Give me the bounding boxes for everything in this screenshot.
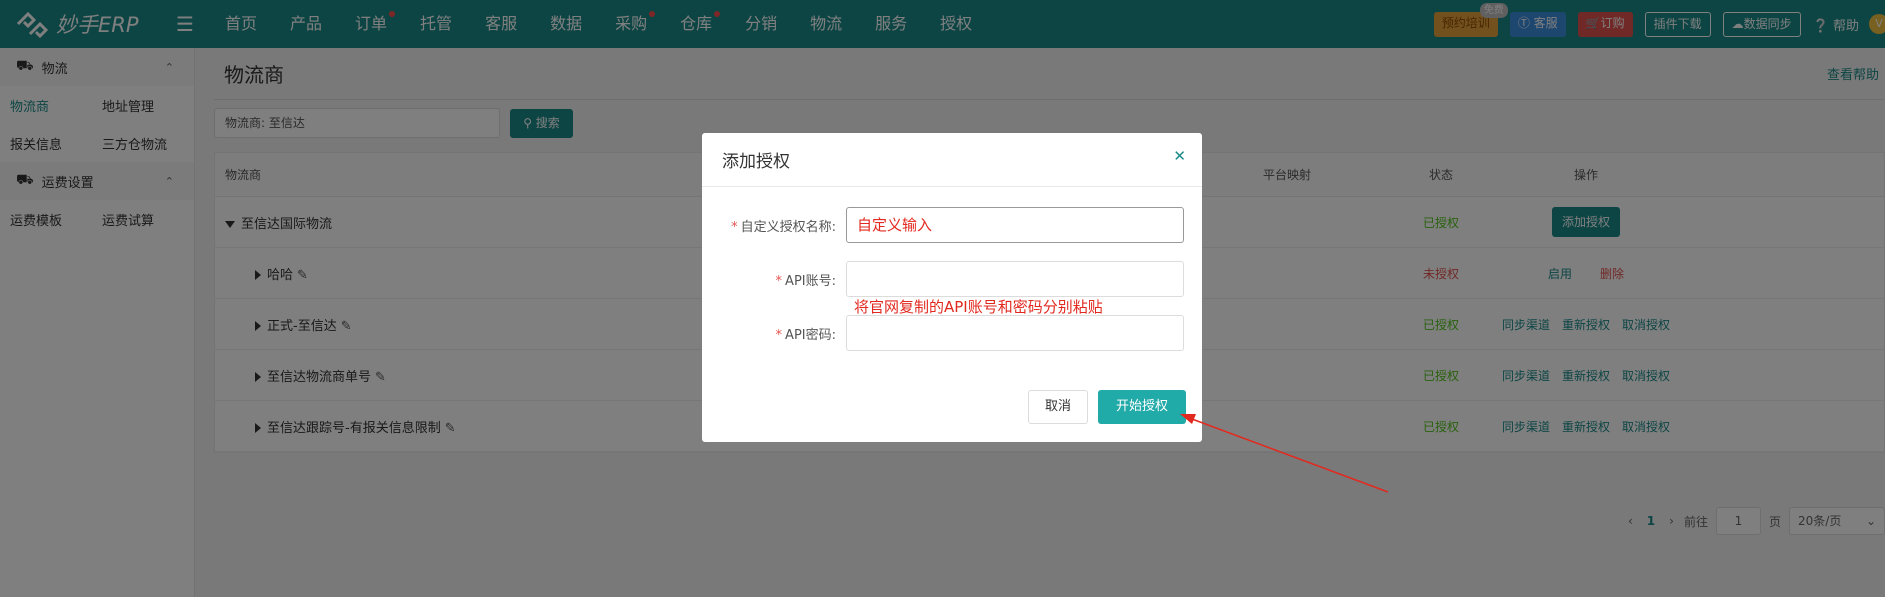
add-authorization-dialog: 添加授权 ✕ * 自定义授权名称: 自定义输入 * API账号: 将官网复制的API… xyxy=(702,133,1202,442)
dialog-title: 添加授权 xyxy=(722,152,790,172)
api-account-input[interactable] xyxy=(846,261,1184,297)
start-authorization-button[interactable]: 开始授权 xyxy=(1098,390,1186,424)
api-password-input[interactable] xyxy=(846,315,1184,351)
annotation-note: 将官网复制的API账号和密码分别粘贴 xyxy=(854,298,1103,316)
close-icon[interactable]: ✕ xyxy=(1173,147,1186,165)
auth-name-input[interactable]: 自定义输入 xyxy=(846,207,1184,243)
cancel-button[interactable]: 取消 xyxy=(1028,390,1088,424)
